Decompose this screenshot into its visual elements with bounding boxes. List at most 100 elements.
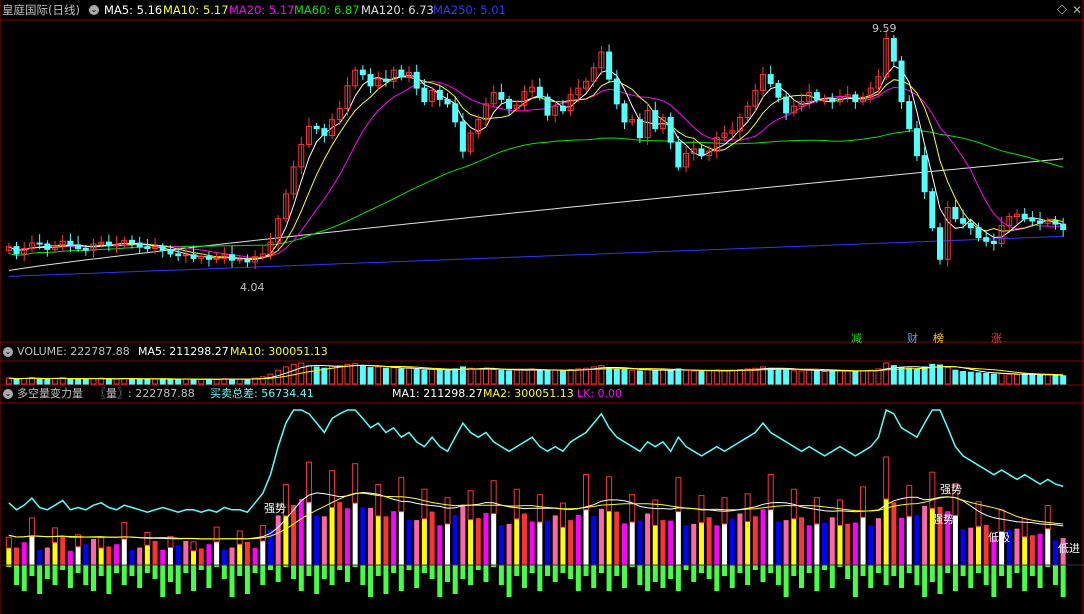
diamond-icon[interactable]: ◇ bbox=[1057, 0, 1067, 20]
indicator-neg-bar bbox=[398, 565, 404, 591]
indicator-bar bbox=[244, 541, 250, 565]
indicator-neg-bar bbox=[945, 565, 951, 573]
indicator-bar bbox=[383, 516, 389, 565]
indicator-neg-bar bbox=[714, 565, 720, 591]
ma250-legend: MA250: 5.01 bbox=[433, 3, 506, 17]
indicator-neg-bar bbox=[229, 565, 235, 597]
indicator-bar bbox=[260, 540, 266, 565]
indicator-neg-bar bbox=[783, 565, 789, 597]
indicator-bar bbox=[344, 508, 350, 565]
indicator-bar-outline bbox=[259, 525, 266, 542]
indicator-bar-outline bbox=[929, 471, 936, 509]
indicator-neg-bar bbox=[791, 565, 797, 576]
indicator-bar bbox=[221, 549, 227, 565]
volume-bar bbox=[998, 373, 1005, 385]
candle-body bbox=[236, 258, 243, 261]
volume-bar bbox=[90, 377, 97, 385]
indicator-bar bbox=[483, 513, 489, 565]
volume-bar bbox=[82, 378, 89, 385]
volume-bar bbox=[159, 378, 166, 385]
indicator-neg-bar bbox=[160, 565, 166, 597]
indicator-bar bbox=[421, 518, 427, 565]
volume-bar bbox=[529, 368, 536, 385]
indicator-bar bbox=[806, 525, 812, 565]
indicator-neg-bar bbox=[514, 565, 520, 576]
volume-bar bbox=[952, 369, 959, 385]
indicator-neg-bar bbox=[775, 565, 781, 585]
indicator-bar bbox=[668, 520, 674, 565]
indicator-bar bbox=[167, 547, 173, 565]
indicator-bar bbox=[314, 515, 320, 565]
volume-bar bbox=[190, 378, 197, 385]
indicator-collapse-icon[interactable]: ⌄ bbox=[3, 389, 13, 399]
ma60-line bbox=[8, 130, 1064, 256]
indicator-bar-outline bbox=[813, 497, 820, 525]
indicator-neg-bar bbox=[1052, 565, 1058, 585]
volume-bar bbox=[937, 364, 944, 385]
candle-body bbox=[436, 89, 443, 100]
candle-body bbox=[1060, 223, 1067, 231]
indicator-neg-bar bbox=[291, 565, 297, 579]
indicator-neg-bar bbox=[506, 565, 512, 597]
ma10-legend: MA10: 5.17 bbox=[163, 3, 229, 17]
volume-collapse-icon[interactable]: ⌄ bbox=[3, 347, 13, 357]
volume-bar bbox=[783, 369, 790, 385]
indicator-bar bbox=[98, 547, 104, 565]
volume-bar bbox=[198, 378, 205, 385]
indicator-bar bbox=[675, 511, 681, 565]
volume-bar bbox=[675, 368, 682, 385]
indicator-neg-bar bbox=[729, 565, 735, 588]
volume-bar bbox=[121, 377, 128, 385]
indicator-bar bbox=[875, 518, 881, 565]
indicator-bar bbox=[452, 514, 458, 565]
indicator-bar-outline bbox=[98, 536, 105, 549]
indicator-bar-outline bbox=[5, 536, 12, 549]
indicator-bar bbox=[1022, 536, 1028, 565]
collapse-icon[interactable]: ⌄ bbox=[89, 5, 99, 15]
ma60-legend: MA60: 6.87 bbox=[294, 3, 360, 17]
volume-ma5-legend: MA5: 211298.27 bbox=[138, 345, 229, 358]
volume-bar bbox=[321, 367, 328, 385]
candle-body bbox=[975, 227, 982, 239]
indicator-neg-bar bbox=[545, 565, 551, 576]
volume-bar bbox=[659, 369, 666, 385]
stock-chart[interactable] bbox=[0, 0, 1084, 614]
indicator-neg-bar bbox=[129, 565, 135, 576]
candle-body bbox=[367, 74, 374, 87]
indicator-bar-outline bbox=[398, 477, 405, 513]
volume-bar bbox=[636, 370, 643, 385]
volume-bar bbox=[621, 369, 628, 385]
volume-bar bbox=[452, 368, 459, 385]
close-icon[interactable]: ✕ bbox=[1072, 0, 1082, 20]
indicator-bar bbox=[175, 545, 181, 565]
indicator-qty: 〖量〗: 222787.88 bbox=[95, 387, 195, 400]
volume-bar bbox=[921, 366, 928, 385]
volume-bar bbox=[775, 368, 782, 385]
indicator-neg-bar bbox=[329, 565, 335, 585]
candle-body bbox=[1037, 220, 1044, 224]
volume-bar bbox=[213, 378, 220, 385]
candle-body bbox=[105, 241, 112, 247]
indicator-neg-bar bbox=[660, 565, 666, 588]
volume-bar bbox=[182, 378, 189, 385]
indicator-neg-bar bbox=[90, 565, 97, 591]
indicator-neg-bar bbox=[137, 565, 143, 588]
volume-bar bbox=[1029, 374, 1036, 385]
indicator-bar bbox=[329, 507, 335, 565]
indicator-bar bbox=[829, 517, 835, 565]
indicator-bar bbox=[90, 539, 97, 565]
indicator-bar bbox=[706, 517, 712, 565]
candle-body bbox=[444, 98, 451, 105]
indicator-neg-bar bbox=[52, 565, 58, 585]
candle-body bbox=[767, 74, 774, 85]
indicator-bar bbox=[906, 516, 912, 565]
volume-bar bbox=[967, 371, 974, 385]
indicator-neg-bar bbox=[637, 565, 643, 585]
volume-bar bbox=[744, 368, 751, 385]
candle-body bbox=[890, 38, 897, 62]
volume-bar bbox=[67, 378, 74, 385]
indicator-neg-bar bbox=[552, 565, 558, 582]
indicator-neg-bar bbox=[983, 565, 989, 585]
candle-body bbox=[775, 83, 782, 98]
indicator-neg-bar bbox=[437, 565, 443, 597]
